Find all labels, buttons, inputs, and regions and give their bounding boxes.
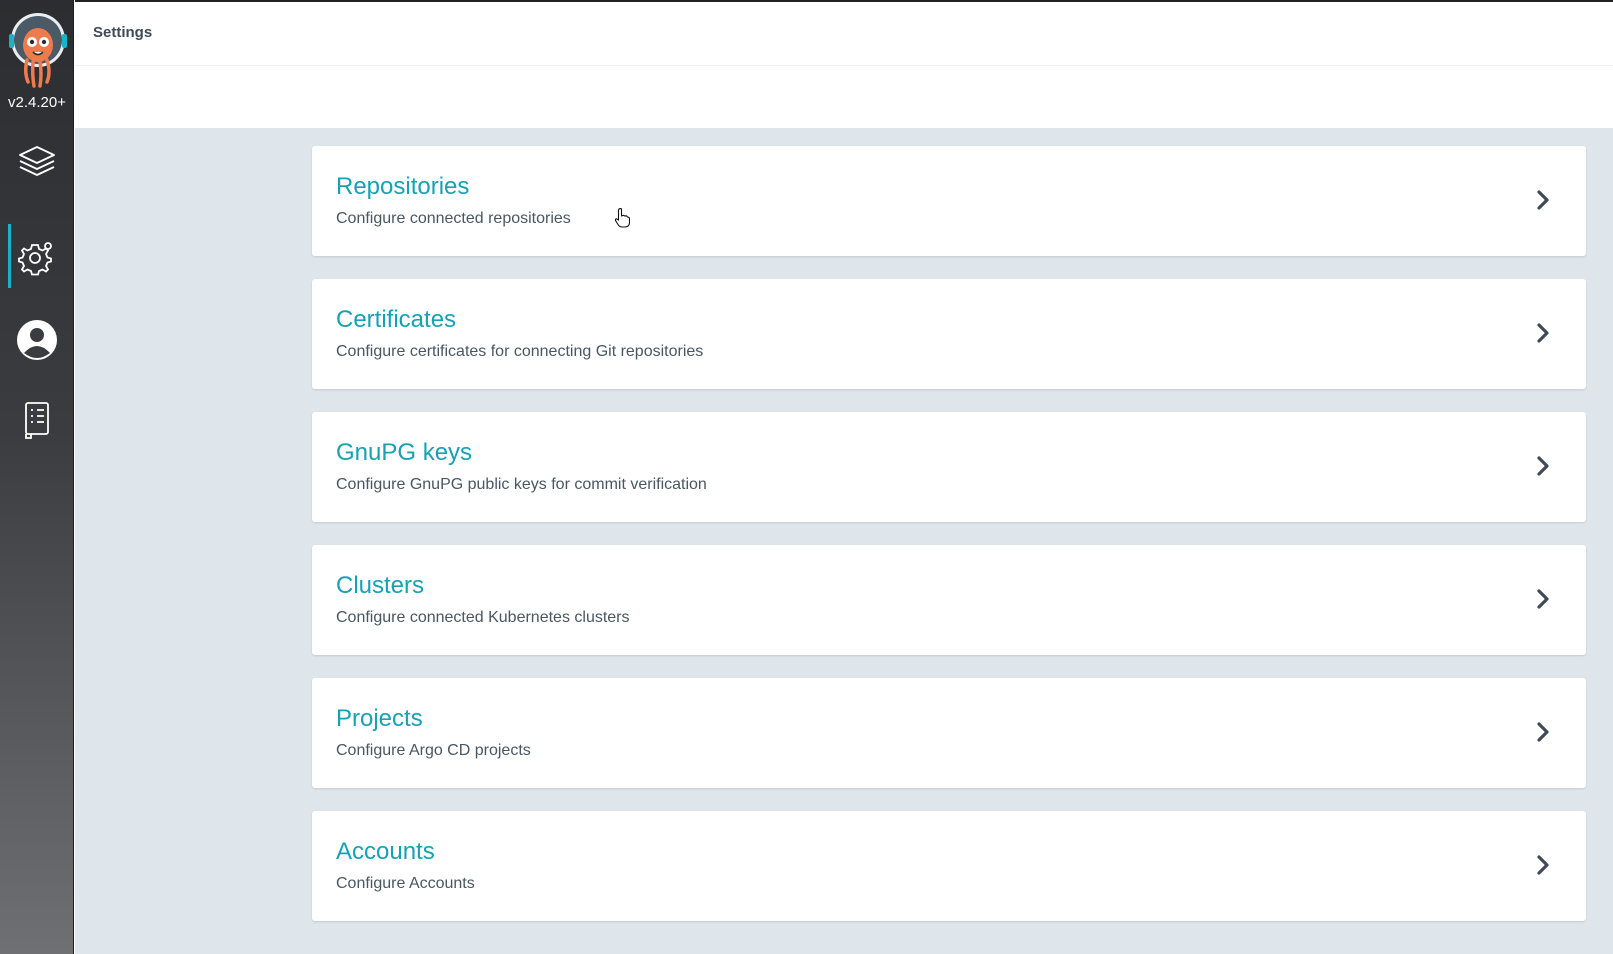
settings-card-gnupg-keys[interactable]: GnuPG keys Configure GnuPG public keys f… (312, 412, 1586, 522)
layers-icon (19, 146, 55, 176)
card-description: Configure connected repositories (336, 210, 571, 227)
user-circle-icon (17, 320, 57, 360)
card-title: Repositories (336, 173, 470, 200)
chevron-right-icon (1537, 589, 1549, 609)
argo-octopus-icon (9, 13, 67, 88)
chevron-right-icon (1537, 722, 1549, 742)
card-description: Configure Accounts (336, 875, 475, 892)
card-description: Configure connected Kubernetes clusters (336, 609, 630, 626)
card-title: Accounts (336, 838, 435, 865)
chevron-right-icon (1537, 323, 1549, 343)
gear-icon (18, 242, 52, 276)
chevron-right-icon (1537, 456, 1549, 476)
argo-logo[interactable] (0, 10, 74, 90)
card-description: Configure GnuPG public keys for commit v… (336, 476, 707, 493)
settings-content: Repositories Configure connected reposit… (75, 128, 1613, 954)
card-description: Configure Argo CD projects (336, 742, 531, 759)
settings-card-certificates[interactable]: Certificates Configure certificates for … (312, 279, 1586, 389)
sidebar-item-documentation[interactable] (0, 388, 74, 452)
app-root: v2.4.20+ Settings Repositories Configure… (0, 0, 1613, 954)
settings-card-clusters[interactable]: Clusters Configure connected Kubernetes … (312, 545, 1586, 655)
card-title: GnuPG keys (336, 439, 473, 466)
settings-card-projects[interactable]: Projects Configure Argo CD projects (312, 678, 1586, 788)
hand-cursor-icon (614, 208, 630, 228)
chevron-right-icon (1537, 855, 1549, 875)
sidebar-item-settings[interactable] (0, 224, 74, 288)
chevron-right-icon (1537, 190, 1549, 210)
card-description: Configure certificates for connecting Gi… (336, 343, 704, 360)
docs-icon (25, 402, 49, 439)
sidebar-item-applications[interactable] (0, 130, 74, 194)
card-title: Clusters (336, 572, 425, 599)
version-label: v2.4.20+ (8, 94, 66, 111)
settings-card-repositories[interactable]: Repositories Configure connected reposit… (312, 146, 1586, 256)
card-title: Certificates (336, 306, 457, 333)
top-bar: Settings (75, 0, 1613, 66)
sidebar-item-user-info[interactable] (0, 308, 74, 372)
settings-card-accounts[interactable]: Accounts Configure Accounts (312, 811, 1586, 921)
card-title: Projects (336, 705, 423, 732)
toolbar-area (75, 66, 1613, 128)
sidebar: v2.4.20+ (0, 0, 74, 954)
page-title: Settings (93, 24, 153, 41)
